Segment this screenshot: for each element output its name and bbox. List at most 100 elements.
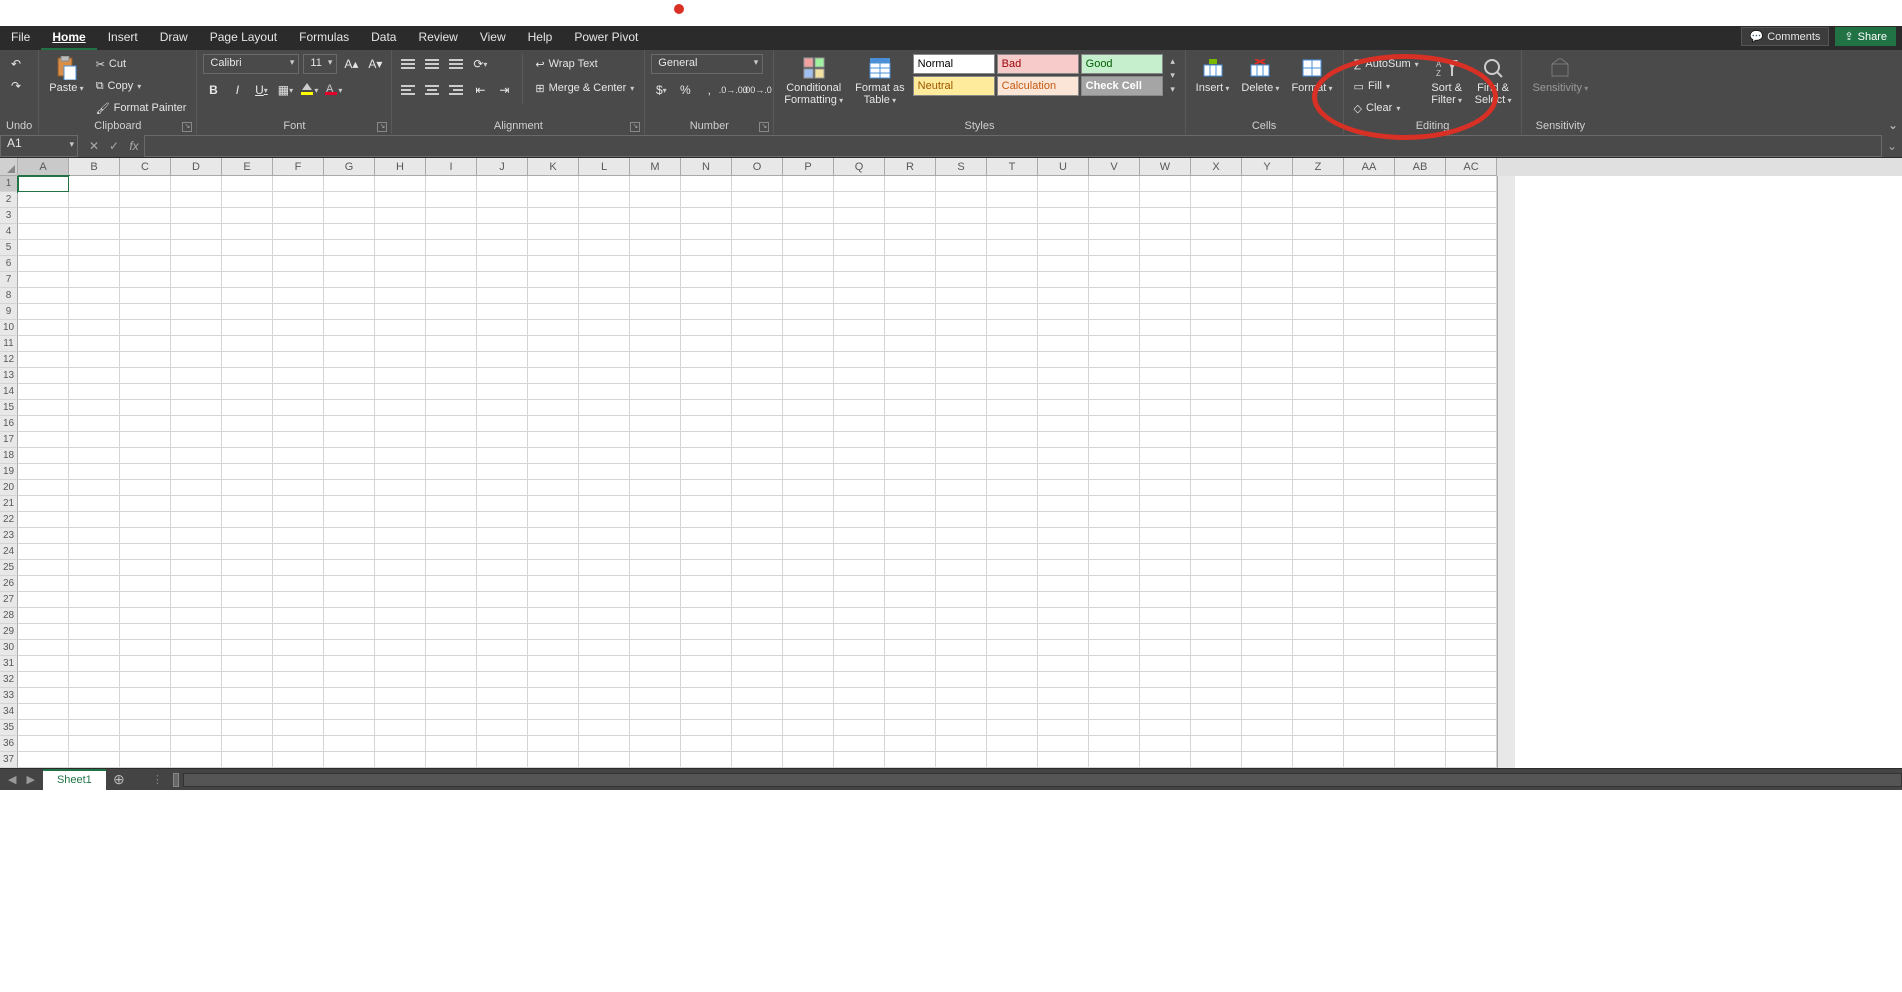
cell-S13[interactable]: [936, 368, 987, 384]
cell-B6[interactable]: [69, 256, 120, 272]
cell-B13[interactable]: [69, 368, 120, 384]
cell-T13[interactable]: [987, 368, 1038, 384]
cell-AB35[interactable]: [1395, 720, 1446, 736]
cell-E9[interactable]: [222, 304, 273, 320]
cell-Z28[interactable]: [1293, 608, 1344, 624]
cell-AB5[interactable]: [1395, 240, 1446, 256]
cell-R15[interactable]: [885, 400, 936, 416]
cell-P18[interactable]: [783, 448, 834, 464]
cell-AA22[interactable]: [1344, 512, 1395, 528]
cell-H11[interactable]: [375, 336, 426, 352]
cell-U36[interactable]: [1038, 736, 1089, 752]
ribbon-tab-view[interactable]: View: [469, 26, 517, 50]
cell-AB9[interactable]: [1395, 304, 1446, 320]
cell-B31[interactable]: [69, 656, 120, 672]
cell-J31[interactable]: [477, 656, 528, 672]
cell-Q14[interactable]: [834, 384, 885, 400]
cell-K26[interactable]: [528, 576, 579, 592]
cell-C34[interactable]: [120, 704, 171, 720]
borders-button[interactable]: ▦: [275, 80, 295, 100]
cell-Q31[interactable]: [834, 656, 885, 672]
cell-F22[interactable]: [273, 512, 324, 528]
cell-X23[interactable]: [1191, 528, 1242, 544]
cell-X7[interactable]: [1191, 272, 1242, 288]
cell-AB30[interactable]: [1395, 640, 1446, 656]
cell-K9[interactable]: [528, 304, 579, 320]
cell-Z18[interactable]: [1293, 448, 1344, 464]
cell-T16[interactable]: [987, 416, 1038, 432]
cell-O28[interactable]: [732, 608, 783, 624]
cell-AA9[interactable]: [1344, 304, 1395, 320]
cell-C30[interactable]: [120, 640, 171, 656]
cell-G5[interactable]: [324, 240, 375, 256]
cell-AA7[interactable]: [1344, 272, 1395, 288]
increase-font-button[interactable]: A▴: [341, 54, 361, 74]
cell-A5[interactable]: [18, 240, 69, 256]
cell-P3[interactable]: [783, 208, 834, 224]
cell-Z19[interactable]: [1293, 464, 1344, 480]
style-gallery-more[interactable]: ▾: [1167, 84, 1179, 95]
cell-N27[interactable]: [681, 592, 732, 608]
cell-A32[interactable]: [18, 672, 69, 688]
cell-J3[interactable]: [477, 208, 528, 224]
cell-W1[interactable]: [1140, 176, 1191, 192]
cell-W36[interactable]: [1140, 736, 1191, 752]
cell-Q22[interactable]: [834, 512, 885, 528]
cell-D2[interactable]: [171, 192, 222, 208]
row-header-4[interactable]: 4: [0, 224, 18, 240]
row-header-11[interactable]: 11: [0, 336, 18, 352]
cell-AC34[interactable]: [1446, 704, 1497, 720]
cell-H34[interactable]: [375, 704, 426, 720]
cell-J15[interactable]: [477, 400, 528, 416]
cell-W21[interactable]: [1140, 496, 1191, 512]
cell-J18[interactable]: [477, 448, 528, 464]
cell-A33[interactable]: [18, 688, 69, 704]
cell-O8[interactable]: [732, 288, 783, 304]
sheet-nav-next[interactable]: ▶: [26, 773, 34, 786]
cell-V26[interactable]: [1089, 576, 1140, 592]
cell-I27[interactable]: [426, 592, 477, 608]
cell-AC12[interactable]: [1446, 352, 1497, 368]
cell-V31[interactable]: [1089, 656, 1140, 672]
column-header-AA[interactable]: AA: [1344, 158, 1395, 176]
cell-G13[interactable]: [324, 368, 375, 384]
cell-AB12[interactable]: [1395, 352, 1446, 368]
cell-E35[interactable]: [222, 720, 273, 736]
cell-V3[interactable]: [1089, 208, 1140, 224]
cell-Y11[interactable]: [1242, 336, 1293, 352]
cell-Q10[interactable]: [834, 320, 885, 336]
cell-E18[interactable]: [222, 448, 273, 464]
cell-R8[interactable]: [885, 288, 936, 304]
cell-P35[interactable]: [783, 720, 834, 736]
cell-AB24[interactable]: [1395, 544, 1446, 560]
style-gallery-up[interactable]: ▴: [1167, 56, 1179, 67]
cell-I9[interactable]: [426, 304, 477, 320]
cell-I4[interactable]: [426, 224, 477, 240]
cell-L32[interactable]: [579, 672, 630, 688]
cell-J12[interactable]: [477, 352, 528, 368]
cell-X14[interactable]: [1191, 384, 1242, 400]
cell-L37[interactable]: [579, 752, 630, 768]
cell-J26[interactable]: [477, 576, 528, 592]
cell-G18[interactable]: [324, 448, 375, 464]
cell-T17[interactable]: [987, 432, 1038, 448]
cell-X37[interactable]: [1191, 752, 1242, 768]
cell-H19[interactable]: [375, 464, 426, 480]
cell-style-good[interactable]: Good: [1081, 54, 1163, 74]
cell-K14[interactable]: [528, 384, 579, 400]
cell-I35[interactable]: [426, 720, 477, 736]
cell-J7[interactable]: [477, 272, 528, 288]
cell-I29[interactable]: [426, 624, 477, 640]
cell-X21[interactable]: [1191, 496, 1242, 512]
cell-S27[interactable]: [936, 592, 987, 608]
cell-R16[interactable]: [885, 416, 936, 432]
cell-V11[interactable]: [1089, 336, 1140, 352]
cell-U21[interactable]: [1038, 496, 1089, 512]
cell-B22[interactable]: [69, 512, 120, 528]
cell-Z9[interactable]: [1293, 304, 1344, 320]
cell-AA12[interactable]: [1344, 352, 1395, 368]
cell-N26[interactable]: [681, 576, 732, 592]
row-header-18[interactable]: 18: [0, 448, 18, 464]
cell-N12[interactable]: [681, 352, 732, 368]
cell-O24[interactable]: [732, 544, 783, 560]
